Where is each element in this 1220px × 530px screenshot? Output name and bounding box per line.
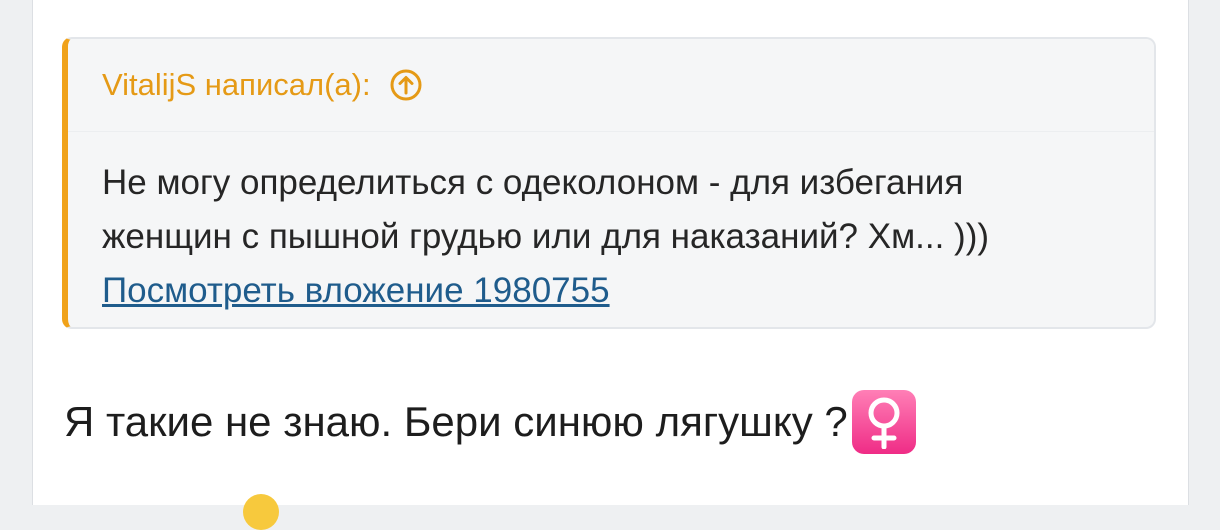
quote-text: Не могу определиться с одеколоном - для … <box>102 163 990 256</box>
female-sign-emoji <box>851 390 916 454</box>
quote-author[interactable]: VitalijS написал(а): <box>102 67 371 103</box>
smiley-emoji <box>243 494 279 530</box>
quote-block: VitalijS написал(а): Не могу определитьс… <box>62 37 1156 329</box>
quote-header[interactable]: VitalijS написал(а): <box>68 39 1154 131</box>
attachment-link[interactable]: Посмотреть вложение 1980755 <box>102 271 610 310</box>
arrow-up-circle-icon[interactable] <box>389 68 423 102</box>
reply-text: Я такие не знаю. Бери синюю лягушку ? <box>64 398 848 445</box>
quote-body: Не могу определиться с одеколоном - для … <box>68 131 1154 318</box>
reply-line: Я такие не знаю. Бери синюю лягушку ? <box>64 390 916 454</box>
